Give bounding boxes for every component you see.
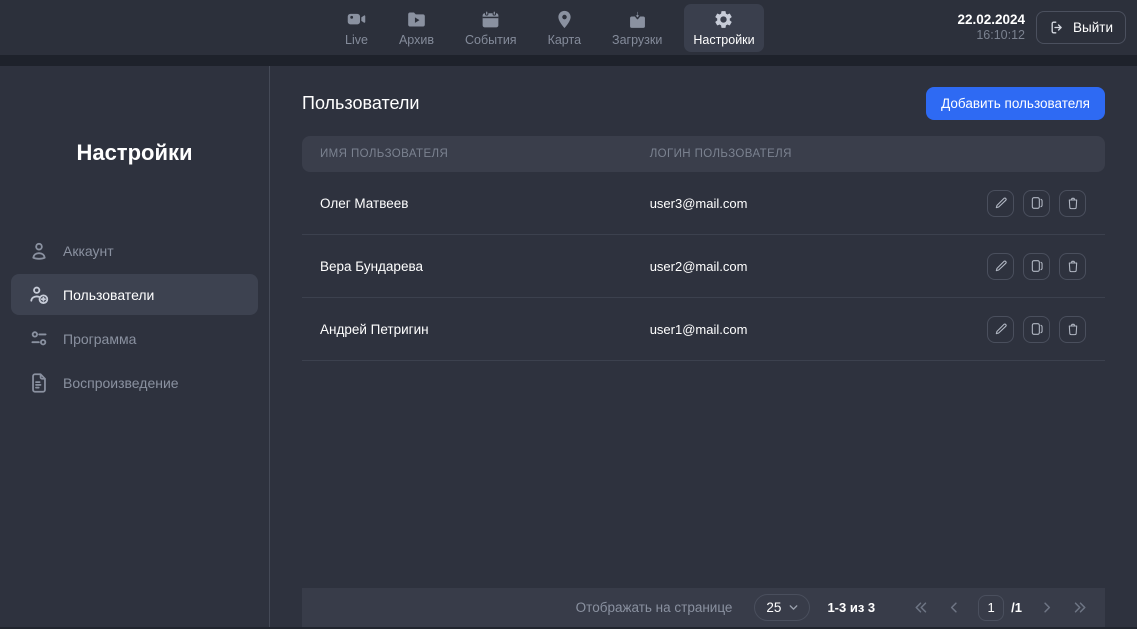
sidebar-item-account[interactable]: Аккаунт <box>11 230 258 271</box>
datetime: 22.02.2024 16:10:12 <box>957 12 1025 44</box>
video-camera-icon <box>346 9 367 30</box>
nav-label: Настройки <box>693 33 754 47</box>
nav-label: События <box>465 33 517 47</box>
settings-sidebar: Настройки Аккаунт <box>0 66 270 629</box>
pagination-range: 1-3 из 3 <box>827 600 875 615</box>
edit-user-button[interactable] <box>987 253 1014 280</box>
copy-user-button[interactable] <box>1023 316 1050 343</box>
pagination-bar: Отображать на странице 25 1-3 из 3 <box>302 588 1105 627</box>
current-date: 22.02.2024 <box>957 12 1025 28</box>
next-page-button[interactable] <box>1036 597 1057 618</box>
per-page-value: 25 <box>766 600 781 615</box>
layout: Настройки Аккаунт <box>0 66 1137 629</box>
user-login: user3@mail.com <box>650 196 987 211</box>
trash-icon <box>1065 321 1081 337</box>
table-row: Вера Бундарева user2@mail.com <box>302 235 1105 298</box>
copy-icon <box>1029 195 1045 211</box>
nav-label: Live <box>345 33 368 47</box>
nav-label: Загрузки <box>612 33 662 47</box>
current-page-input[interactable]: 1 <box>978 595 1004 621</box>
calendar-icon <box>480 9 501 30</box>
nav-item-settings[interactable]: Настройки <box>684 4 763 52</box>
nav-item-map[interactable]: Карта <box>539 4 590 52</box>
sidebar-item-users[interactable]: Пользователи <box>11 274 258 315</box>
current-time: 16:10:12 <box>957 28 1025 43</box>
topbar: Live Архив События <box>0 0 1137 55</box>
table-header: ИМЯ ПОЛЬЗОВАТЕЛЯ ЛОГИН ПОЛЬЗОВАТЕЛЯ <box>302 136 1105 172</box>
topbar-right: 22.02.2024 16:10:12 Выйти <box>957 0 1126 55</box>
chevron-right-icon <box>1038 599 1055 616</box>
trash-icon <box>1065 258 1081 274</box>
map-pin-icon <box>554 9 575 30</box>
prev-page-button[interactable] <box>944 597 965 618</box>
sidebar-item-label: Воспроизведение <box>63 375 179 391</box>
edit-user-button[interactable] <box>987 316 1014 343</box>
download-icon <box>627 9 648 30</box>
page-header: Пользователи Добавить пользователя <box>302 87 1105 120</box>
edit-user-button[interactable] <box>987 190 1014 217</box>
users-page: Пользователи Добавить пользователя ИМЯ П… <box>270 66 1137 629</box>
copy-icon <box>1029 258 1045 274</box>
main-nav: Live Архив События <box>336 0 764 55</box>
nav-label: Архив <box>399 33 434 47</box>
double-chevron-left-icon <box>912 599 929 616</box>
pencil-icon <box>993 258 1009 274</box>
user-login: user2@mail.com <box>650 259 987 274</box>
person-icon <box>28 240 50 262</box>
per-page-select[interactable]: 25 <box>754 594 810 621</box>
nav-label: Карта <box>548 33 581 47</box>
user-name: Вера Бундарева <box>302 259 650 274</box>
person-plus-icon <box>28 284 50 306</box>
topbar-separator <box>0 55 1137 66</box>
copy-user-button[interactable] <box>1023 253 1050 280</box>
logout-button[interactable]: Выйти <box>1036 11 1126 44</box>
pencil-icon <box>993 321 1009 337</box>
delete-user-button[interactable] <box>1059 190 1086 217</box>
sidebar-item-program[interactable]: Программа <box>11 318 258 359</box>
column-header-login: ЛОГИН ПОЛЬЗОВАТЕЛЯ <box>650 148 1105 160</box>
sidebar-menu: Аккаунт Пользователи <box>0 230 269 403</box>
chevron-down-icon <box>787 601 800 614</box>
sidebar-title: Настройки <box>0 139 269 166</box>
first-page-button[interactable] <box>910 597 931 618</box>
delete-user-button[interactable] <box>1059 253 1086 280</box>
column-header-name: ИМЯ ПОЛЬЗОВАТЕЛЯ <box>302 148 650 160</box>
table-row: Андрей Петригин user1@mail.com <box>302 298 1105 361</box>
logout-icon <box>1049 19 1066 36</box>
table-row: Олег Матвеев user3@mail.com <box>302 172 1105 235</box>
trash-icon <box>1065 195 1081 211</box>
last-page-button[interactable] <box>1070 597 1091 618</box>
add-user-button[interactable]: Добавить пользователя <box>926 87 1105 120</box>
user-name: Андрей Петригин <box>302 322 650 337</box>
sliders-icon <box>28 328 50 350</box>
sidebar-item-label: Пользователи <box>63 287 154 303</box>
row-actions <box>987 316 1086 343</box>
user-login: user1@mail.com <box>650 322 987 337</box>
sidebar-item-label: Программа <box>63 331 136 347</box>
per-page-label: Отображать на странице <box>576 600 733 615</box>
nav-item-downloads[interactable]: Загрузки <box>603 4 671 52</box>
sidebar-item-label: Аккаунт <box>63 243 114 259</box>
total-pages: /1 <box>1011 600 1022 615</box>
sidebar-item-playback[interactable]: Воспроизведение <box>11 362 258 403</box>
document-icon <box>28 372 50 394</box>
nav-item-live[interactable]: Live <box>336 4 377 52</box>
copy-icon <box>1029 321 1045 337</box>
chevron-left-icon <box>946 599 963 616</box>
copy-user-button[interactable] <box>1023 190 1050 217</box>
archive-folder-icon <box>406 9 427 30</box>
delete-user-button[interactable] <box>1059 316 1086 343</box>
row-actions <box>987 253 1086 280</box>
pencil-icon <box>993 195 1009 211</box>
row-actions <box>987 190 1086 217</box>
pagination-controls: 1 /1 <box>910 595 1091 621</box>
logout-label: Выйти <box>1073 20 1113 35</box>
gear-icon <box>713 9 734 30</box>
double-chevron-right-icon <box>1072 599 1089 616</box>
nav-item-events[interactable]: События <box>456 4 526 52</box>
page-title: Пользователи <box>302 93 419 114</box>
user-name: Олег Матвеев <box>302 196 650 211</box>
nav-item-archive[interactable]: Архив <box>390 4 443 52</box>
